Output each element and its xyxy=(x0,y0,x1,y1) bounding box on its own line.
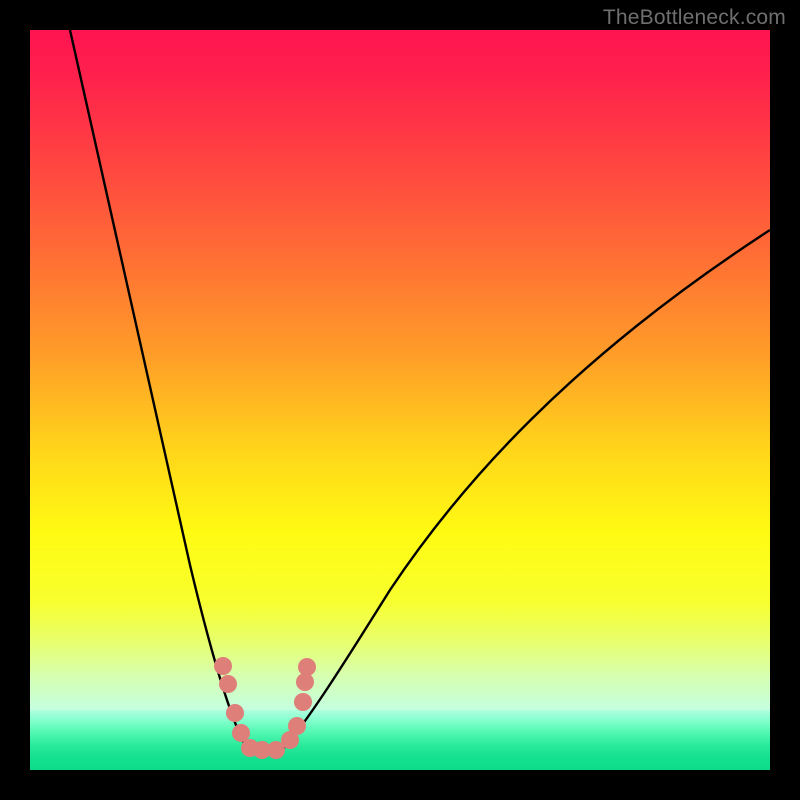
watermark-text: TheBottleneck.com xyxy=(603,6,786,30)
plot-area xyxy=(30,30,770,770)
marker-dot xyxy=(298,658,316,676)
marker-dot xyxy=(232,724,250,742)
chart-frame: TheBottleneck.com xyxy=(0,0,800,800)
marker-dot xyxy=(219,675,237,693)
marker-dot xyxy=(294,693,312,711)
marker-dot xyxy=(214,657,232,675)
marker-dot xyxy=(288,717,306,735)
marker-dot xyxy=(226,704,244,722)
markers-layer xyxy=(30,30,770,770)
